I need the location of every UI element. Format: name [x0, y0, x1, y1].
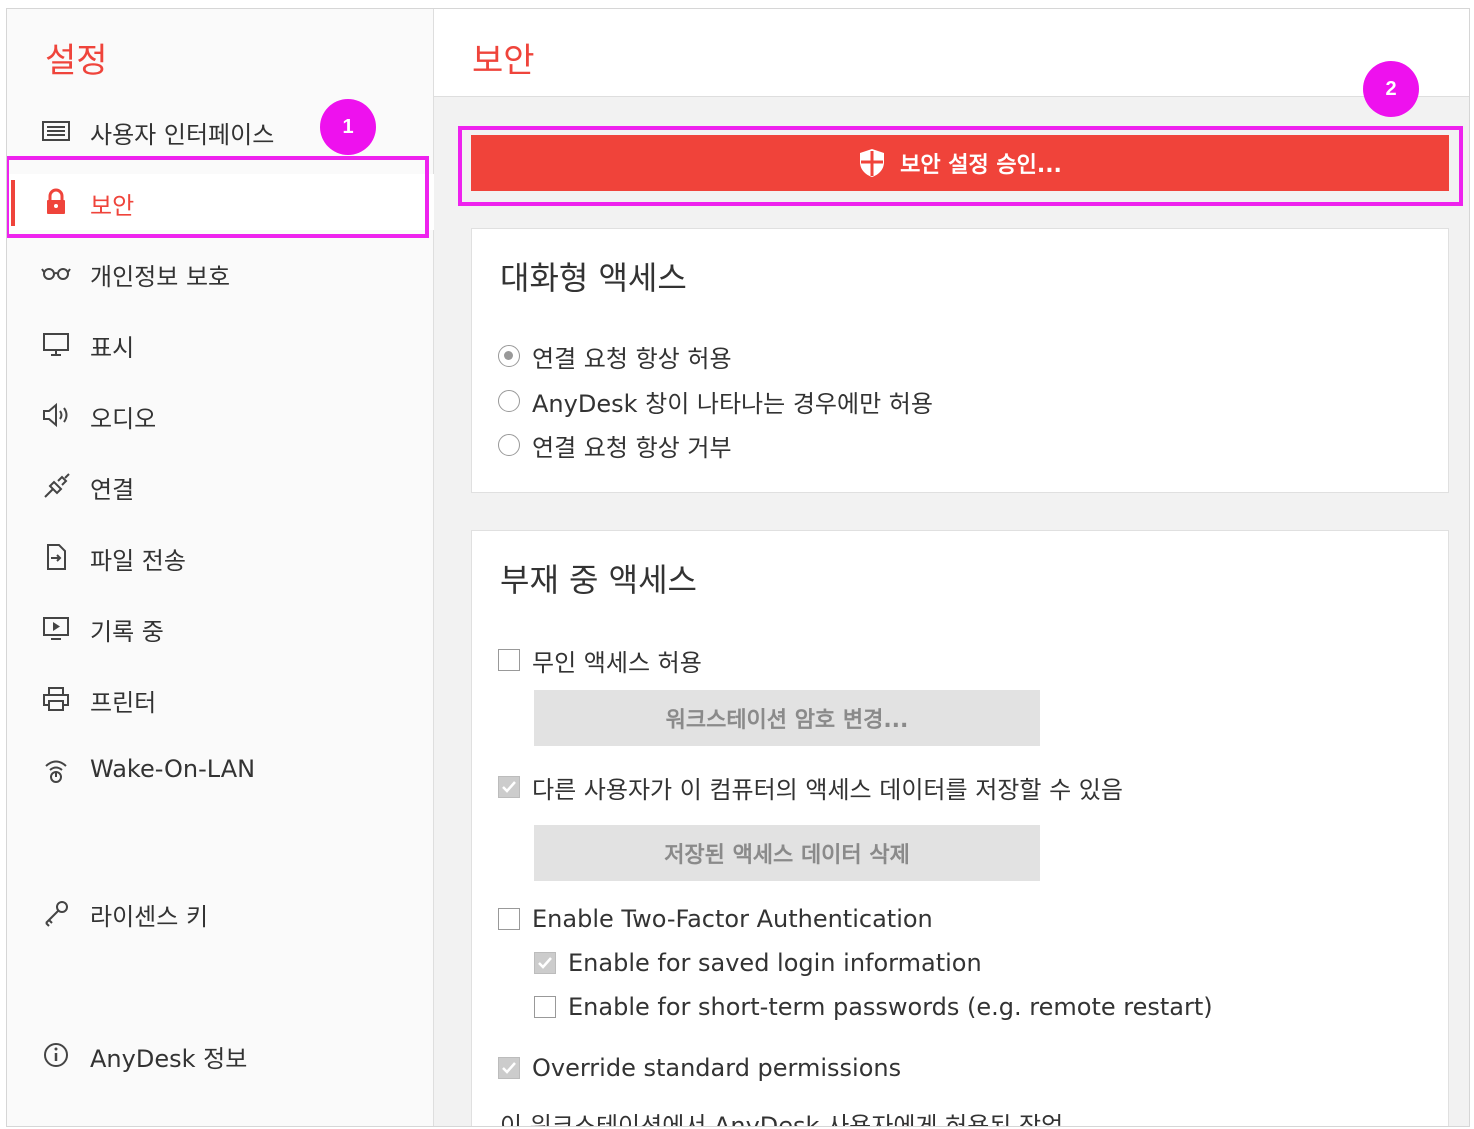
connection-icon [41, 472, 71, 500]
radio-always-deny[interactable]: 연결 요청 항상 거부 [498, 429, 732, 462]
sidebar-item-label: 오디오 [90, 405, 157, 433]
key-icon [41, 899, 71, 927]
button-label: 저장된 액세스 데이터 삭제 [664, 843, 910, 868]
override-permissions-checkbox-row[interactable]: Override standard permissions [498, 1052, 901, 1084]
sidebar-item-label: 개인정보 보호 [90, 263, 231, 291]
checkbox[interactable] [498, 649, 520, 671]
sidebar-item-label: 라이센스 키 [90, 903, 209, 931]
sidebar-item-label: 표시 [90, 334, 135, 362]
checkbox[interactable] [534, 996, 556, 1018]
checkbox-label: Enable for short-term passwords (e.g. re… [568, 993, 1213, 1021]
panel-header: 보안 [434, 9, 1469, 97]
printer-icon [41, 685, 71, 713]
sidebar-item-printer[interactable]: 프린터 [7, 671, 434, 727]
recording-icon [41, 614, 71, 642]
radio-always-allow[interactable]: 연결 요청 항상 허용 [498, 340, 732, 373]
sidebar-item-recording[interactable]: 기록 중 [7, 600, 434, 656]
checkmark-icon [502, 781, 516, 793]
checkbox-label: Override standard permissions [532, 1054, 902, 1082]
user-interface-icon [41, 117, 71, 145]
sidebar-item-label: AnyDesk 정보 [90, 1045, 248, 1073]
sidebar-item-label: 사용자 인터페이스 [90, 121, 275, 149]
radio-button[interactable] [498, 390, 520, 412]
change-workstation-password-button[interactable]: 워크스테이션 암호 변경... [534, 690, 1040, 746]
sidebar-item-privacy[interactable]: 개인정보 보호 [7, 245, 434, 301]
wake-on-lan-icon [41, 757, 71, 785]
checkbox[interactable] [534, 952, 556, 974]
callout-badge-2: 2 [1363, 61, 1419, 117]
allow-unattended-checkbox-row[interactable]: 무인 액세스 허용 [498, 644, 702, 677]
checkbox-label: Enable Two-Factor Authentication [532, 905, 933, 933]
sidebar-title: 설정 [45, 41, 108, 81]
checkbox-label: 무인 액세스 허용 [532, 648, 702, 677]
radio-button[interactable] [498, 434, 520, 456]
radio-label: 연결 요청 항상 허용 [532, 344, 732, 373]
sidebar-item-wake-on-lan[interactable]: Wake-On-LAN [7, 743, 434, 799]
two-factor-checkbox-row[interactable]: Enable Two-Factor Authentication [498, 903, 933, 935]
sidebar-item-audio[interactable]: 오디오 [7, 387, 434, 443]
radio-label: AnyDesk 창이 나타나는 경우에만 허용 [532, 389, 933, 418]
interactive-access-card: 대화형 액세스 연결 요청 항상 허용 AnyDesk 창이 나타나는 경우에만… [471, 228, 1449, 493]
checkmark-icon [538, 957, 552, 969]
sidebar-item-display[interactable]: 표시 [7, 316, 434, 372]
settings-window: 설정 사용자 인터페이스 보안 개인정보 보호 표시 오디오 연결 파일 전송 … [6, 8, 1470, 1127]
button-label: 워크스테이션 암호 변경... [665, 708, 909, 733]
file-transfer-icon [41, 543, 71, 571]
glasses-icon [41, 259, 71, 287]
checkbox[interactable] [498, 908, 520, 930]
callout-badge-1: 1 [320, 99, 376, 155]
permissions-caption: 이 워크스테이션에서 AnyDesk 사용자에게 허용된 작업 [500, 1112, 1064, 1127]
checkbox-label: 다른 사용자가 이 컴퓨터의 액세스 데이터를 저장할 수 있음 [532, 775, 1123, 804]
sidebar-item-label: 기록 중 [90, 618, 164, 646]
section-title: 부재 중 액세스 [500, 561, 697, 599]
delete-saved-access-data-button[interactable]: 저장된 액세스 데이터 삭제 [534, 825, 1040, 881]
sidebar-item-about[interactable]: AnyDesk 정보 [7, 1027, 434, 1083]
checkbox[interactable] [498, 1057, 520, 1079]
callout-box-2 [458, 126, 1463, 206]
section-title: 대화형 액세스 [500, 259, 687, 297]
unattended-access-card: 부재 중 액세스 무인 액세스 허용 워크스테이션 암호 변경... 다른 사용… [471, 530, 1449, 1127]
checkmark-icon [502, 1062, 516, 1074]
sidebar-item-connection[interactable]: 연결 [7, 458, 434, 514]
monitor-icon [41, 330, 71, 358]
radio-allow-if-window-open[interactable]: AnyDesk 창이 나타나는 경우에만 허용 [498, 385, 933, 418]
allow-save-access-data-checkbox-row[interactable]: 다른 사용자가 이 컴퓨터의 액세스 데이터를 저장할 수 있음 [498, 771, 1123, 804]
sidebar-item-label: Wake-On-LAN [90, 755, 256, 783]
speaker-icon [41, 401, 71, 429]
sidebar-item-label: 파일 전송 [90, 547, 186, 575]
checkbox[interactable] [498, 776, 520, 798]
saved-login-checkbox-row[interactable]: Enable for saved login information [534, 947, 982, 979]
sidebar-item-label: 프린터 [90, 689, 157, 717]
radio-label: 연결 요청 항상 거부 [532, 433, 732, 462]
sidebar-item-file-transfer[interactable]: 파일 전송 [7, 529, 434, 585]
sidebar-item-license-key[interactable]: 라이센스 키 [7, 885, 434, 941]
checkbox-label: Enable for saved login information [568, 949, 982, 977]
radio-button[interactable] [498, 345, 520, 367]
callout-box-1 [7, 156, 429, 238]
short-term-passwords-checkbox-row[interactable]: Enable for short-term passwords (e.g. re… [534, 991, 1213, 1023]
info-icon [41, 1041, 71, 1069]
page-title: 보안 [472, 41, 535, 81]
sidebar-item-label: 연결 [90, 476, 135, 504]
